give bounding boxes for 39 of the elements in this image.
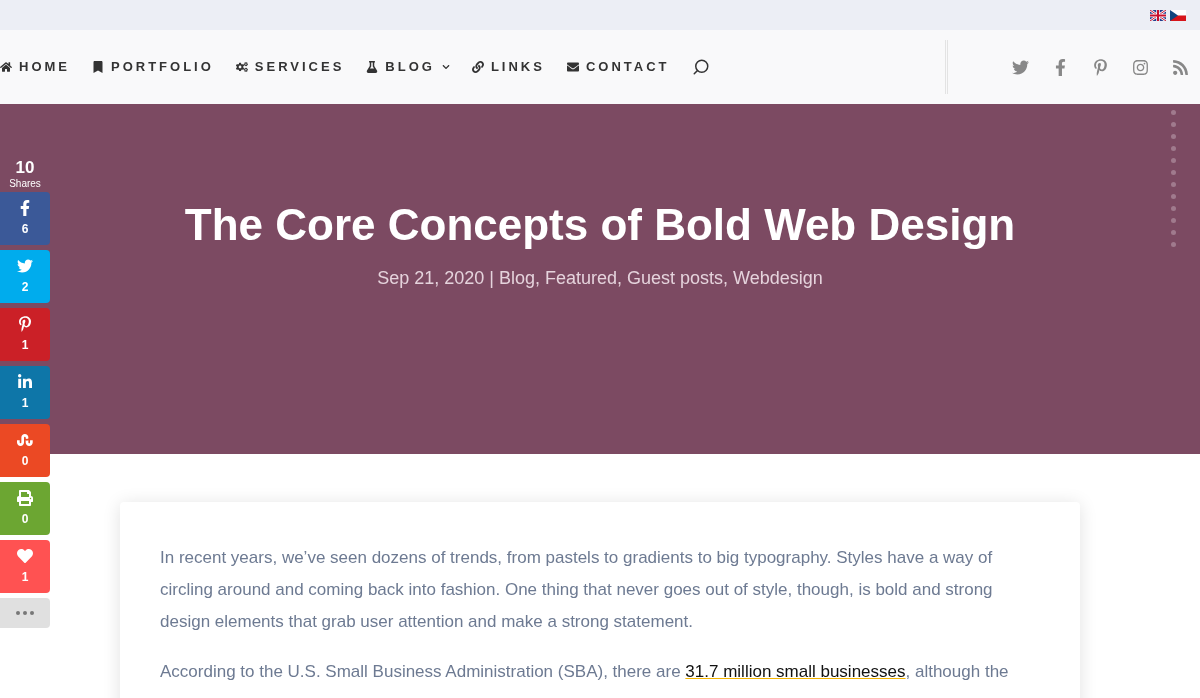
- more-button[interactable]: [0, 598, 50, 628]
- nav-link[interactable]: PORTFOLIO: [92, 57, 214, 77]
- nav-link[interactable]: CONTACT: [566, 57, 670, 77]
- rss-icon[interactable]: [1171, 58, 1189, 76]
- love-icon: [17, 547, 33, 564]
- shares-label: Shares: [9, 178, 41, 190]
- article-paragraph: In recent years, we’ve seen dozens of trends, from pastels to gradients to big typography. Styles have a way of circling around and coming back into fashion. One thing that never goes out of style, though, is bold and strong design elements that grab user attention and make a strong statement.: [160, 547, 994, 633]
- flask-icon: [366, 61, 379, 73]
- uk-flag-icon[interactable]: [1150, 9, 1166, 21]
- article-link[interactable]: 31.7 million small businesses: [685, 662, 906, 681]
- pinterest-share-button[interactable]: 1: [0, 308, 50, 361]
- twitter-icon[interactable]: [1011, 58, 1029, 76]
- link-icon: [471, 61, 484, 73]
- pinterest-icon: [17, 315, 33, 332]
- bookmark-icon: [92, 61, 104, 73]
- envelope-icon: [566, 61, 579, 73]
- nav-link[interactable]: BLOG: [366, 57, 450, 77]
- linkedin-share-button[interactable]: 1: [0, 366, 50, 419]
- dots-decoration-icon: [1171, 110, 1176, 247]
- home-icon: [0, 61, 12, 73]
- linkedin-icon: [17, 373, 33, 390]
- czech-flag-icon[interactable]: [1170, 9, 1186, 21]
- facebook-share-button[interactable]: 6: [0, 192, 50, 245]
- twitter-icon: [17, 257, 33, 274]
- pinterest-icon[interactable]: [1091, 58, 1109, 76]
- search-icon[interactable]: [691, 58, 710, 76]
- instagram-icon[interactable]: [1131, 58, 1149, 76]
- nav-link[interactable]: SERVICES: [235, 57, 345, 77]
- stumbleupon-share-button[interactable]: 0: [0, 424, 50, 477]
- stumbleupon-icon: [17, 431, 33, 448]
- article-paragraph: According to the U.S. Small Business Administration (SBA), there are 31.7 million small businesses, although the: [160, 661, 1010, 683]
- nav-link[interactable]: LINKS: [471, 57, 545, 77]
- print-icon: [17, 489, 33, 506]
- chevron-down-icon: [441, 63, 450, 71]
- nav-link[interactable]: HOME: [0, 57, 70, 77]
- share-total: 10: [15, 158, 35, 178]
- gears-icon: [235, 61, 248, 73]
- post-title: The Core Concepts of Bold Web Design: [184, 199, 1016, 251]
- post-meta: Sep 21, 2020 | Blog, Featured, Guest posts, Webdesign: [377, 267, 823, 290]
